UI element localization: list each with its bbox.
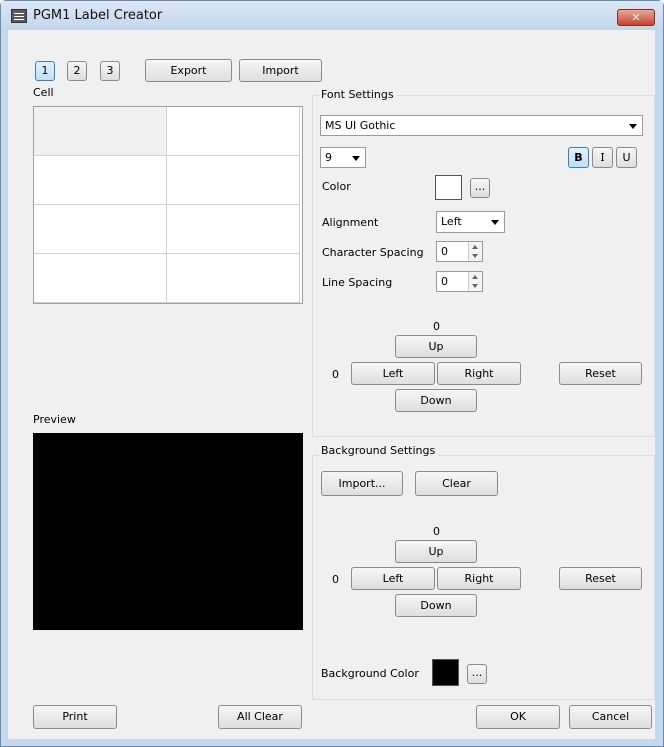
- spin-arrows-icon[interactable]: [468, 272, 482, 291]
- background-reset-button[interactable]: Reset: [559, 567, 642, 590]
- cell-grid[interactable]: [33, 106, 303, 304]
- print-button[interactable]: Print: [33, 705, 117, 729]
- close-icon[interactable]: ✕: [617, 9, 655, 26]
- background-color-browse-button[interactable]: ...: [467, 664, 487, 684]
- color-label: Color: [322, 180, 351, 193]
- page-button-3[interactable]: 3: [100, 61, 120, 81]
- alignment-value: Left: [441, 215, 462, 228]
- chevron-down-icon: [629, 123, 637, 129]
- alignment-label: Alignment: [322, 216, 379, 229]
- page-button-2[interactable]: 2: [67, 61, 87, 81]
- background-right-button[interactable]: Right: [437, 567, 521, 590]
- background-settings-title: Background Settings: [318, 444, 439, 457]
- title-bar: PGM1 Label Creator ✕: [1, 1, 663, 31]
- cell-7[interactable]: [34, 254, 167, 303]
- line-spacing-label: Line Spacing: [322, 276, 393, 289]
- font-color-browse-button[interactable]: ...: [470, 178, 490, 198]
- character-spacing-label: Character Spacing: [322, 246, 424, 259]
- spin-arrows-icon[interactable]: [468, 242, 482, 261]
- font-reset-button[interactable]: Reset: [559, 362, 642, 385]
- alignment-select[interactable]: Left: [436, 211, 505, 233]
- font-name-value: MS UI Gothic: [325, 119, 396, 132]
- font-left-button[interactable]: Left: [351, 362, 435, 385]
- character-spacing-value: 0: [441, 245, 448, 258]
- cell-1[interactable]: [34, 107, 167, 156]
- export-button[interactable]: Export: [145, 59, 232, 82]
- cell-label: Cell: [33, 86, 54, 99]
- chevron-down-icon: [352, 155, 360, 161]
- import-button[interactable]: Import: [239, 59, 322, 82]
- ok-button[interactable]: OK: [476, 705, 560, 729]
- font-name-select[interactable]: MS UI Gothic: [320, 115, 643, 136]
- line-spacing-value: 0: [441, 275, 448, 288]
- background-down-button[interactable]: Down: [395, 594, 477, 617]
- font-down-button[interactable]: Down: [395, 389, 477, 412]
- chevron-down-icon: [491, 220, 499, 225]
- bold-button[interactable]: B: [568, 147, 589, 168]
- cell-3[interactable]: [34, 156, 167, 205]
- font-color-swatch[interactable]: [435, 175, 462, 200]
- background-horizontal-offset: 0: [332, 573, 339, 586]
- background-color-swatch[interactable]: [432, 659, 459, 686]
- page-button-1[interactable]: 1: [35, 61, 55, 81]
- font-horizontal-offset: 0: [332, 368, 339, 381]
- window-title: PGM1 Label Creator: [33, 8, 163, 23]
- background-color-label: Background Color: [321, 667, 419, 680]
- cancel-button[interactable]: Cancel: [569, 705, 652, 729]
- italic-button[interactable]: I: [592, 147, 613, 168]
- cell-4[interactable]: [167, 156, 300, 205]
- font-size-value: 9: [325, 151, 332, 164]
- background-import-button[interactable]: Import...: [321, 471, 403, 496]
- preview-canvas: [33, 433, 303, 630]
- app-icon: [11, 9, 27, 23]
- font-right-button[interactable]: Right: [437, 362, 521, 385]
- character-spacing-spinner[interactable]: 0: [436, 241, 483, 262]
- background-vertical-offset: 0: [433, 525, 440, 538]
- cell-5[interactable]: [34, 205, 167, 254]
- line-spacing-spinner[interactable]: 0: [436, 271, 483, 292]
- all-clear-button[interactable]: All Clear: [218, 705, 302, 729]
- cell-2[interactable]: [167, 107, 300, 156]
- background-left-button[interactable]: Left: [351, 567, 435, 590]
- background-clear-button[interactable]: Clear: [415, 471, 498, 496]
- underline-button[interactable]: U: [616, 147, 637, 168]
- cell-6[interactable]: [167, 205, 300, 254]
- font-up-button[interactable]: Up: [395, 335, 477, 358]
- preview-label: Preview: [33, 413, 76, 426]
- font-size-select[interactable]: 9: [320, 147, 366, 168]
- background-up-button[interactable]: Up: [395, 540, 477, 563]
- font-settings-title: Font Settings: [318, 88, 397, 101]
- cell-8[interactable]: [167, 254, 300, 303]
- font-vertical-offset: 0: [433, 320, 440, 333]
